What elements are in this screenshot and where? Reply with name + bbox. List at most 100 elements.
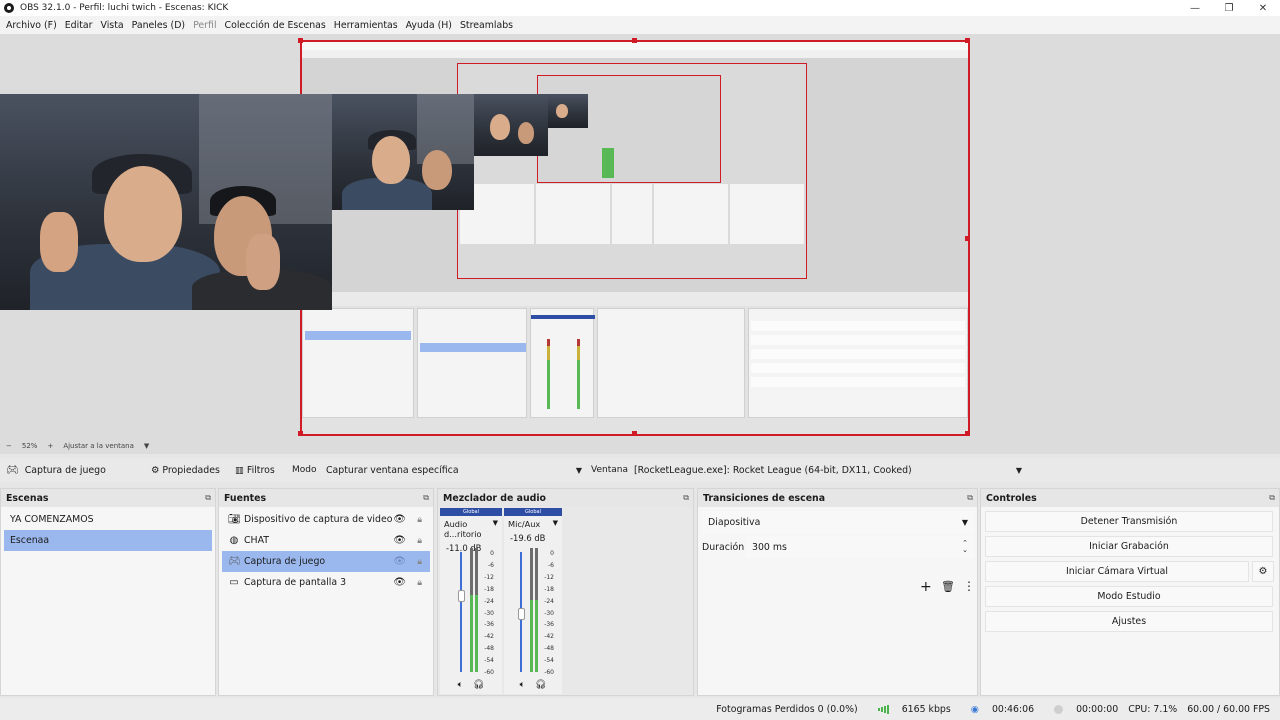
eye-icon[interactable]: 👁︎ — [393, 535, 406, 546]
window-title: OBS 32.1.0 - Perfil: luchi twich - Escen… — [20, 3, 229, 13]
source-label: Captura de juego — [244, 556, 326, 567]
resize-handle-bc[interactable] — [632, 431, 637, 436]
chevron-down-icon[interactable]: ▼ — [553, 519, 558, 529]
preview-area[interactable] — [0, 34, 1280, 438]
menu-ayuda[interactable]: Ayuda (H) — [402, 20, 456, 31]
duration-spinbox[interactable]: 300 ms ⌃ ⌄ — [746, 536, 974, 558]
window-select[interactable]: [RocketLeague.exe]: Rocket League (64-bi… — [630, 460, 1026, 480]
transition-select[interactable]: Diapositiva ▼ — [702, 511, 974, 533]
hand-gesture-2 — [246, 234, 280, 290]
menu-editar[interactable]: Editar — [61, 20, 97, 31]
scene-item[interactable]: YA COMENZAMOS — [4, 509, 212, 530]
mode-select[interactable]: Capturar ventana específica ▼ — [322, 460, 586, 480]
lock-icon[interactable]: 🔒︎ — [417, 557, 422, 567]
level-meter — [470, 595, 473, 672]
start-recording-button[interactable]: Iniciar Grabación — [985, 536, 1273, 557]
menu-bar: Archivo (F) Editar Vista Paneles (D) Per… — [0, 16, 1280, 34]
menu-vista[interactable]: Vista — [97, 20, 128, 31]
virtual-camera-settings-button[interactable]: ⚙ — [1252, 561, 1274, 582]
add-icon[interactable]: + — [920, 579, 932, 595]
eye-icon[interactable]: 👁︎ — [393, 577, 406, 588]
volume-slider[interactable] — [460, 552, 462, 672]
maximize-button[interactable]: ❐ — [1212, 0, 1246, 16]
status-bar: Fotogramas Perdidos 0 (0.0%) 6165 kbps ◉… — [0, 698, 1280, 720]
source-label: CHAT — [244, 535, 270, 546]
level-meter — [530, 600, 533, 672]
filter-icon: ▥ — [235, 464, 244, 476]
camera-icon: 📷︎ — [228, 514, 241, 525]
menu-coleccion-escenas[interactable]: Colección de Escenas — [221, 20, 330, 31]
volume-slider-knob[interactable] — [458, 590, 465, 602]
trash-icon[interactable]: 🗑︎ — [941, 580, 955, 593]
source-item[interactable]: ◍ CHAT 👁︎ 🔒︎ — [222, 530, 430, 551]
speaker-icon[interactable]: 🔈︎ — [458, 680, 463, 690]
cpu-usage: CPU: 7.1% — [1128, 703, 1178, 715]
source-item[interactable]: ▭ Captura de pantalla 3 👁︎ 🔒︎ — [222, 572, 430, 593]
mixer-channel-desktop: Global Audio d...ritorio ▼ -11.0 dB 0 -6-… — [440, 508, 502, 694]
studio-mode-button[interactable]: Modo Estudio — [985, 586, 1273, 607]
minimize-button[interactable]: — — [1178, 0, 1212, 16]
lock-icon[interactable]: 🔒︎ — [417, 536, 422, 546]
undock-icon[interactable]: ⧉ — [423, 493, 429, 503]
chevron-down-icon: ▼ — [575, 465, 582, 475]
scene-item-selected[interactable]: Escenaa — [4, 530, 212, 551]
undock-icon[interactable]: ⧉ — [967, 493, 973, 503]
resize-handle-tl[interactable] — [298, 38, 303, 43]
channel-name: Audio d...ritorio — [444, 519, 482, 539]
undock-icon[interactable]: ⧉ — [205, 493, 211, 503]
level-meter — [535, 600, 538, 672]
channel-name-row[interactable]: Mic/Aux ▼ — [504, 519, 562, 529]
headphones-icon[interactable]: 🎧︎ — [473, 680, 484, 690]
undock-icon[interactable]: ⧉ — [683, 493, 689, 503]
lock-icon[interactable]: 🔒︎ — [417, 515, 422, 525]
source-item-selected[interactable]: 🎮︎ Captura de juego 👁︎ 🔒︎ — [222, 551, 430, 572]
close-button[interactable]: ✕ — [1246, 0, 1280, 16]
properties-button[interactable]: ⚙ Propiedades — [151, 465, 220, 476]
menu-herramientas[interactable]: Herramientas — [330, 20, 402, 31]
more-options-icon[interactable]: ⋮ — [963, 579, 975, 593]
menu-perfil[interactable]: Perfil — [189, 20, 220, 31]
nested-docks — [302, 308, 968, 418]
menu-paneles[interactable]: Paneles (D) — [128, 20, 189, 31]
gamepad-icon: 🎮︎ — [6, 464, 19, 476]
zoom-fit-label[interactable]: Ajustar a la ventana — [63, 442, 134, 450]
menu-streamlabs[interactable]: Streamlabs — [456, 20, 517, 31]
headphones-icon[interactable]: 🎧︎ — [535, 680, 546, 690]
source-item[interactable]: 📷︎ Dispositivo de captura de video 👁︎ 🔒︎ — [222, 509, 430, 530]
volume-slider-knob[interactable] — [518, 608, 525, 620]
speaker-icon[interactable]: 🔈︎ — [520, 680, 525, 690]
start-virtual-camera-button[interactable]: Iniciar Cámara Virtual — [985, 561, 1249, 582]
resize-handle-br[interactable] — [965, 431, 970, 436]
zoom-in-button[interactable]: + — [47, 442, 53, 450]
resize-handle-tr[interactable] — [965, 38, 970, 43]
nested-capture-3 — [537, 75, 721, 183]
zoom-level: 52% — [21, 442, 38, 450]
resize-handle-mr[interactable] — [965, 236, 970, 241]
spinner-icon[interactable]: ⌃ ⌄ — [962, 540, 968, 554]
zoom-out-button[interactable]: − — [6, 442, 12, 450]
resize-handle-bl[interactable] — [298, 431, 303, 436]
transition-value: Diapositiva — [708, 516, 761, 528]
scene-label: YA COMENZAMOS — [10, 514, 94, 525]
scenes-list: YA COMENZAMOS Escenaa — [1, 507, 215, 695]
settings-button[interactable]: Ajustes — [985, 611, 1273, 632]
channel-name-row[interactable]: Audio d...ritorio ▼ — [440, 519, 502, 539]
filters-button[interactable]: ▥ Filtros — [235, 465, 275, 476]
nested-titlebar — [302, 42, 968, 50]
webcam-feed-nested-3 — [548, 94, 588, 128]
zoom-dropdown-icon[interactable]: ▼ — [144, 442, 149, 450]
zoom-bar: − 52% + Ajustar a la ventana ▼ — [0, 438, 1280, 454]
chevron-down-icon[interactable]: ▼ — [493, 519, 498, 539]
resize-handle-tc[interactable] — [632, 38, 637, 43]
controls-body: Detener Transmisión Iniciar Grabación In… — [981, 507, 1279, 695]
title-bar: OBS 32.1.0 - Perfil: luchi twich - Escen… — [0, 0, 1280, 16]
menu-archivo[interactable]: Archivo (F) — [2, 20, 61, 31]
eye-icon[interactable]: 👁︎ — [393, 556, 406, 567]
stop-streaming-button[interactable]: Detener Transmisión — [985, 511, 1273, 532]
nested-srcbar — [302, 292, 968, 306]
lock-icon[interactable]: 🔒︎ — [417, 578, 422, 588]
source-label: Captura de pantalla 3 — [244, 577, 347, 588]
eye-icon[interactable]: 👁︎ — [393, 514, 406, 525]
undock-icon[interactable]: ⧉ — [1269, 493, 1275, 503]
chevron-down-icon: ▼ — [1015, 465, 1022, 475]
